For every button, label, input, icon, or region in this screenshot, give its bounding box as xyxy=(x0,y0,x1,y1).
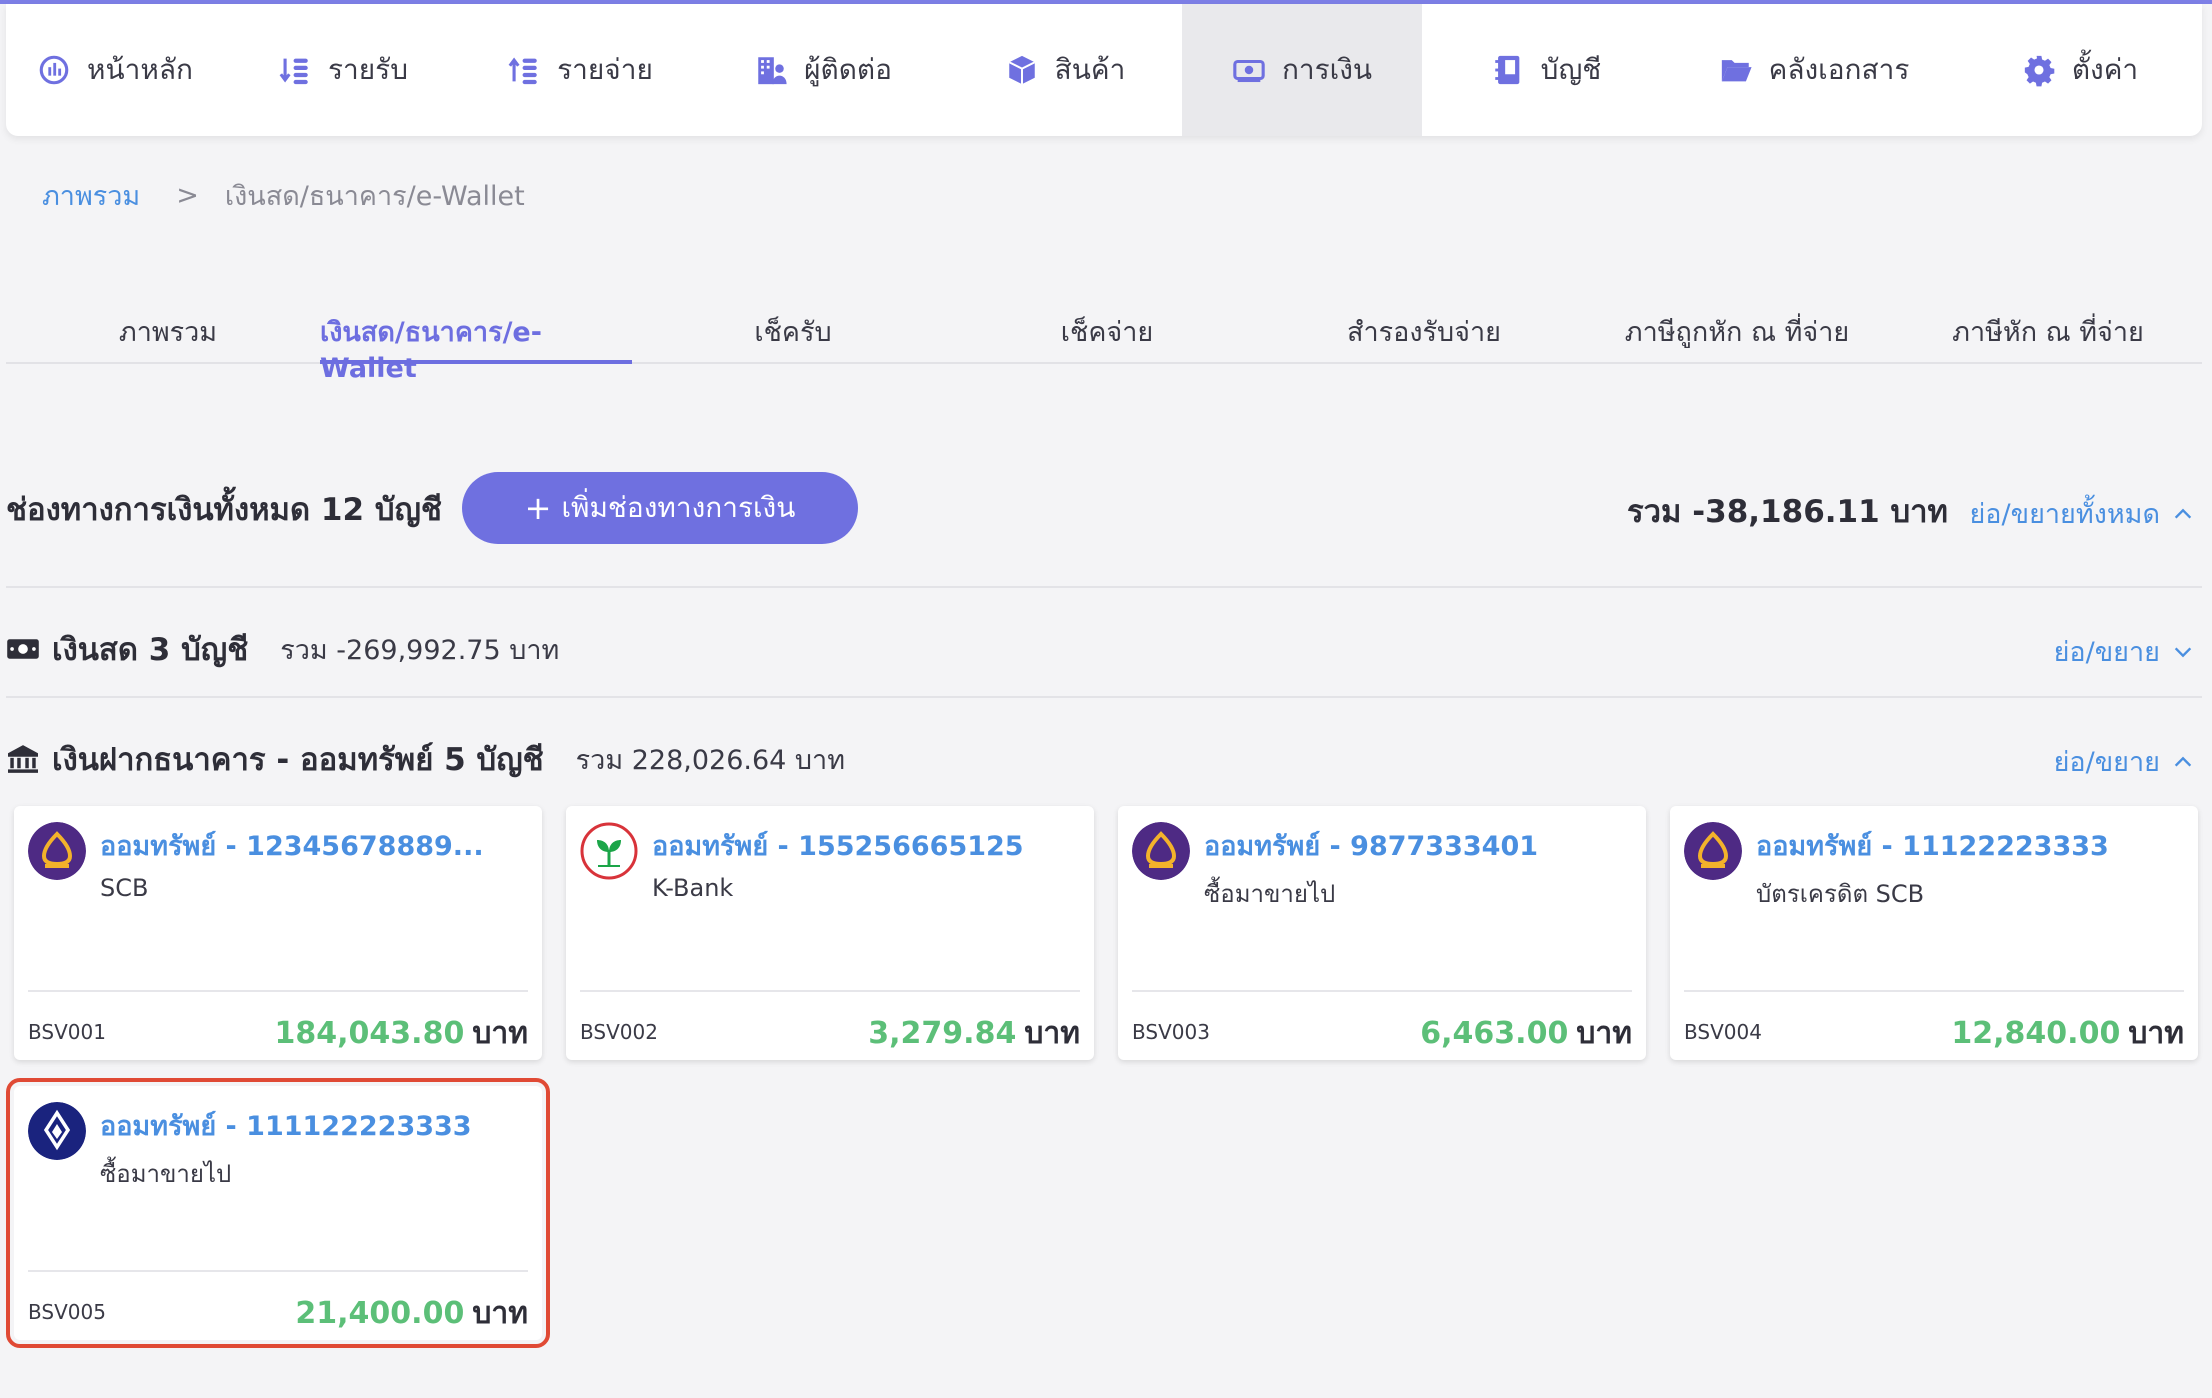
nav-item-finance[interactable]: การเงิน xyxy=(1182,4,1422,136)
account-bank-name: SCB xyxy=(100,874,149,902)
bank-section-total: รวม 228,026.64 บาท xyxy=(575,744,845,776)
tab-cheque-paid[interactable]: เช็คจ่าย xyxy=(970,310,1244,364)
account-bank-name: บัตรเครดิต SCB xyxy=(1756,880,1925,908)
cash-icon xyxy=(7,639,39,659)
box-icon xyxy=(1008,55,1035,85)
scb-logo-icon xyxy=(28,822,86,880)
grand-total: รวม -38,186.11 บาท xyxy=(1626,494,1948,530)
account-code: BSV002 xyxy=(580,1020,658,1044)
account-balance: 12,840.00 บาท xyxy=(1951,1016,2184,1051)
income-icon xyxy=(279,58,308,85)
account-code: BSV004 xyxy=(1684,1020,1762,1044)
tab-cheque-received[interactable]: เช็ครับ xyxy=(656,310,930,364)
nav-label-income: รายรับ xyxy=(328,53,408,86)
nav-label-home: หน้าหลัก xyxy=(87,53,193,86)
nav-label-documents: คลังเอกสาร xyxy=(1768,53,1910,86)
cash-section-title: เงินสด 3 บัญชี xyxy=(52,632,249,668)
account-title: ออมทรัพย์ - 155256665125 xyxy=(652,831,1024,862)
nav-label-finance: การเงิน xyxy=(1281,53,1373,86)
cash-section-total: รวม -269,992.75 บาท xyxy=(280,634,560,666)
breadcrumb-current: เงินสด/ธนาคาร/e-Wallet xyxy=(224,181,525,212)
account-code: BSV003 xyxy=(1132,1020,1210,1044)
bank-section-title: เงินฝากธนาคาร - ออมทรัพย์ 5 บัญชี xyxy=(52,742,544,778)
card-divider xyxy=(580,990,1080,992)
account-card[interactable]: ออมทรัพย์ - 12345678889... SCB BSV001 18… xyxy=(14,806,542,1060)
account-code: BSV005 xyxy=(28,1300,106,1324)
main-navbar: หน้าหลัก รายรับ รายจ่าย ผู้ติดต่อ สินค้า… xyxy=(6,4,2202,136)
expense-icon xyxy=(508,57,537,85)
nav-label-contacts: ผู้ติดต่อ xyxy=(804,53,892,86)
add-channel-label: เพิ่มช่องทางการเงิน xyxy=(561,491,796,524)
toggle-all-label: ย่อ/ขยายทั้งหมด xyxy=(1969,499,2160,530)
nav-item-home[interactable]: หน้าหลัก xyxy=(6,4,224,136)
account-card[interactable]: ออมทรัพย์ - 155256665125 K-Bank BSV002 3… xyxy=(566,806,1094,1060)
cash-section-header: เงินสด 3 บัญชี รวม -269,992.75 บาท xyxy=(6,624,559,674)
tab-withheld-tax-received[interactable]: ภาษีถูกหัก ณ ที่จ่าย xyxy=(1590,310,1884,364)
account-title: ออมทรัพย์ - 9877333401 xyxy=(1204,831,1539,862)
toggle-all-button[interactable]: ย่อ/ขยายทั้งหมด xyxy=(1969,492,2194,535)
cash-toggle-label: ย่อ/ขยาย xyxy=(2053,637,2160,668)
nav-item-income[interactable]: รายรับ xyxy=(224,4,462,136)
bank-icon xyxy=(8,745,38,773)
account-bank-name: K-Bank xyxy=(652,874,734,902)
account-code: BSV001 xyxy=(28,1020,106,1044)
nav-label-expense: รายจ่าย xyxy=(557,53,653,86)
nav-item-accounting[interactable]: บัญชี xyxy=(1422,4,1670,136)
nav-item-settings[interactable]: ตั้งค่า xyxy=(1958,4,2202,136)
nav-label-settings: ตั้งค่า xyxy=(2071,53,2139,86)
finance-tabs: ภาพรวม เงินสด/ธนาคาร/e-Wallet เช็ครับ เช… xyxy=(6,292,2202,384)
account-title: ออมทรัพย์ - 12345678889... xyxy=(100,831,484,862)
dashboard-icon xyxy=(39,55,69,85)
divider xyxy=(6,586,2202,588)
breadcrumb: ภาพรวม > เงินสด/ธนาคาร/e-Wallet xyxy=(42,174,525,217)
nav-label-accounting: บัญชี xyxy=(1540,53,1602,86)
money-icon xyxy=(1233,59,1265,83)
chevron-up-icon xyxy=(2174,508,2192,519)
account-card-highlighted[interactable]: ออมทรัพย์ - 111122223333 ซื้อมาขายไป BSV… xyxy=(6,1078,550,1348)
account-balance: 184,043.80 บาท xyxy=(274,1016,528,1051)
contacts-icon xyxy=(758,57,787,85)
breadcrumb-root-link[interactable]: ภาพรวม xyxy=(42,174,140,217)
account-card[interactable]: ออมทรัพย์ - 9877333401 ซื้อมาขายไป BSV00… xyxy=(1118,806,1646,1060)
plus-icon: + xyxy=(524,489,552,527)
gear-icon xyxy=(2024,55,2055,87)
bank-toggle-label: ย่อ/ขยาย xyxy=(2053,747,2160,778)
divider xyxy=(6,696,2202,698)
card-divider xyxy=(28,990,528,992)
add-channel-button[interactable]: + เพิ่มช่องทางการเงิน xyxy=(462,472,858,544)
nav-label-products: สินค้า xyxy=(1054,53,1126,86)
card-divider xyxy=(28,1270,528,1272)
scb-logo-icon xyxy=(1132,822,1190,880)
kbank-logo-icon xyxy=(580,822,638,880)
ledger-icon xyxy=(1494,55,1520,85)
account-title: ออมทรัพย์ - 111122223333 xyxy=(100,1111,472,1142)
bank-section-header: เงินฝากธนาคาร - ออมทรัพย์ 5 บัญชี รวม 22… xyxy=(6,734,845,784)
bbl-logo-icon xyxy=(28,1102,86,1160)
account-balance: 21,400.00 บาท xyxy=(295,1296,528,1331)
channels-count-title: ช่องทางการเงินทั้งหมด 12 บัญชี xyxy=(6,492,442,528)
tab-withholding-tax-paid[interactable]: ภาษีหัก ณ ที่จ่าย xyxy=(1906,310,2190,364)
tab-cash-bank-ewallet[interactable]: เงินสด/ธนาคาร/e-Wallet xyxy=(320,310,632,384)
nav-item-expense[interactable]: รายจ่าย xyxy=(462,4,698,136)
account-bank-name: ซื้อมาขายไป xyxy=(1204,880,1336,908)
account-balance: 6,463.00 บาท xyxy=(1420,1016,1632,1051)
chevron-up-icon xyxy=(2174,756,2192,767)
account-bank-name: ซื้อมาขายไป xyxy=(100,1160,232,1188)
cash-toggle-button[interactable]: ย่อ/ขยาย xyxy=(2054,630,2194,673)
breadcrumb-separator: > xyxy=(176,180,199,211)
folder-icon xyxy=(1721,60,1752,82)
bank-toggle-button[interactable]: ย่อ/ขยาย xyxy=(2054,740,2194,783)
tab-overview[interactable]: ภาพรวม xyxy=(26,310,310,364)
card-divider xyxy=(1132,990,1632,992)
tab-petty-cash[interactable]: สำรองรับจ่าย xyxy=(1284,310,1564,364)
scb-logo-icon xyxy=(1684,822,1742,880)
account-title: ออมทรัพย์ - 11122223333 xyxy=(1756,831,2109,862)
nav-item-products[interactable]: สินค้า xyxy=(948,4,1182,136)
account-card[interactable]: ออมทรัพย์ - 11122223333 บัตรเครดิต SCB B… xyxy=(1670,806,2198,1060)
card-divider xyxy=(1684,990,2184,992)
nav-item-contacts[interactable]: ผู้ติดต่อ xyxy=(698,4,948,136)
account-balance: 3,279.84 บาท xyxy=(868,1016,1080,1051)
chevron-down-icon xyxy=(2174,646,2192,657)
nav-item-documents[interactable]: คลังเอกสาร xyxy=(1670,4,1958,136)
